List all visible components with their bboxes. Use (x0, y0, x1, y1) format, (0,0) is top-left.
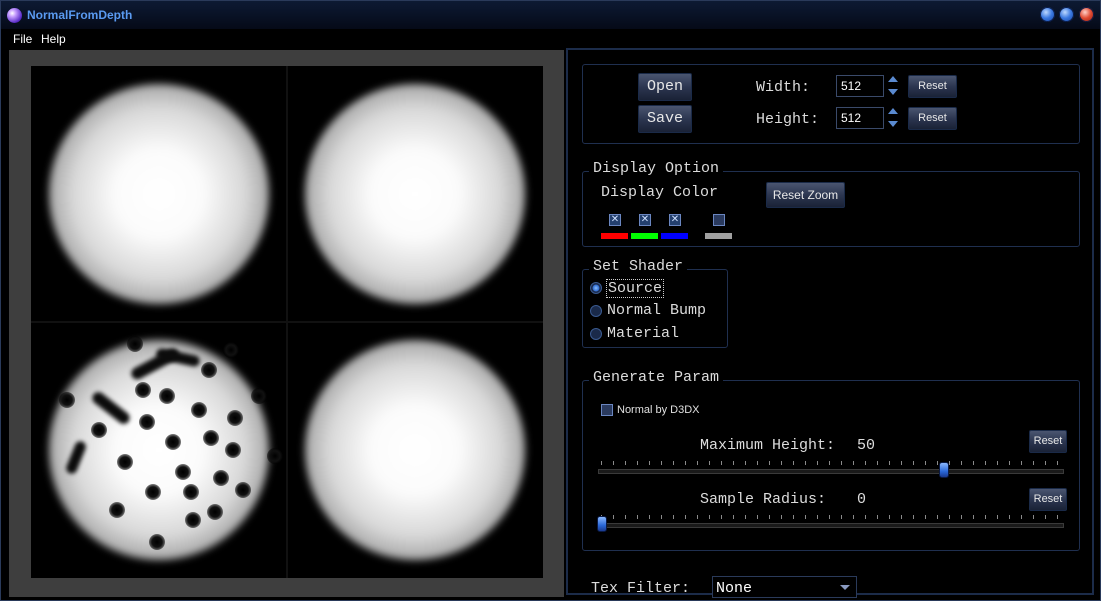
material-radio[interactable] (590, 328, 602, 340)
menu-bar: File Help (1, 29, 1100, 49)
dark-spot (183, 484, 199, 500)
preview-quadrant-top-right (287, 66, 543, 322)
dark-spot (227, 410, 243, 426)
normal-d3dx-checkbox[interactable] (601, 404, 613, 416)
dark-spot (225, 442, 241, 458)
display-color-label: Display Color (601, 184, 719, 201)
blue-color-swatch (661, 233, 688, 239)
texture-preview[interactable] (31, 66, 543, 578)
display-option-title: Display Option (589, 160, 724, 177)
alpha-color-swatch (705, 233, 732, 239)
dark-spot (59, 392, 75, 408)
app-icon (7, 8, 22, 23)
menu-file[interactable]: File (13, 32, 32, 46)
blue-channel-checkbox[interactable]: ✕ (669, 214, 681, 226)
chevron-down-icon[interactable] (840, 585, 850, 590)
save-button[interactable]: Save (638, 105, 692, 133)
tex-filter-label: Tex Filter: (591, 580, 691, 597)
dark-spot (117, 454, 133, 470)
title-bar[interactable]: NormalFromDepth (1, 1, 1100, 29)
width-label: Width: (756, 79, 811, 96)
window-title: NormalFromDepth (27, 8, 133, 22)
dark-spot (175, 464, 191, 480)
dark-spot (159, 388, 175, 404)
dark-spot (251, 388, 267, 404)
width-spinner[interactable] (886, 74, 900, 98)
sample-radius-label: Sample Radius: (700, 491, 827, 508)
dark-spot (139, 414, 155, 430)
dark-spot (109, 502, 125, 518)
width-reset-button[interactable]: Reset (908, 75, 957, 98)
dark-spot (127, 336, 143, 352)
sample-radius-slider-thumb[interactable] (597, 516, 607, 532)
sphere-image (305, 84, 525, 304)
height-label: Height: (756, 111, 820, 128)
max-height-label: Maximum Height: (700, 437, 836, 454)
minimize-button[interactable] (1040, 7, 1055, 22)
sphere-image (49, 84, 269, 304)
max-height-reset-button[interactable]: Reset (1029, 430, 1067, 453)
preview-quadrant-top-left (31, 66, 287, 322)
green-channel-checkbox[interactable]: ✕ (639, 214, 651, 226)
dark-spot (135, 382, 151, 398)
sample-radius-slider-track[interactable] (598, 523, 1064, 528)
max-height-slider-track[interactable] (598, 469, 1064, 474)
dark-spot (91, 422, 107, 438)
sphere-image (305, 340, 525, 560)
green-color-swatch (631, 233, 658, 239)
spin-down-icon[interactable] (888, 121, 898, 127)
normal-d3dx-label: Normal by D3DX (617, 404, 700, 416)
width-input[interactable] (836, 75, 884, 97)
dark-spot (235, 482, 251, 498)
height-input[interactable] (836, 107, 884, 129)
slider-ticks (601, 461, 1063, 465)
close-button[interactable] (1079, 7, 1094, 22)
max-height-slider-thumb[interactable] (939, 462, 949, 478)
spin-up-icon[interactable] (888, 76, 898, 82)
height-spinner[interactable] (886, 106, 900, 130)
open-button[interactable]: Open (638, 73, 692, 101)
tex-filter-select[interactable]: None (712, 576, 857, 598)
set-shader-title: Set Shader (589, 258, 688, 275)
reset-zoom-button[interactable]: Reset Zoom (766, 182, 845, 208)
dark-spot (185, 512, 201, 528)
source-radio[interactable] (590, 282, 602, 294)
generate-param-title: Generate Param (589, 369, 724, 386)
normal-bump-radio[interactable] (590, 305, 602, 317)
red-color-swatch (601, 233, 628, 239)
max-height-value: 50 (857, 437, 876, 454)
menu-help[interactable]: Help (41, 32, 66, 46)
dark-spot (223, 342, 239, 358)
material-radio-label[interactable]: Material (607, 325, 679, 342)
preview-quadrant-bottom-right (287, 322, 543, 578)
dark-spot (213, 470, 229, 486)
spin-down-icon[interactable] (888, 89, 898, 95)
preview-quadrant-bottom-left (31, 322, 287, 578)
dark-spot (149, 534, 165, 550)
dark-spot (165, 434, 181, 450)
height-reset-button[interactable]: Reset (908, 107, 957, 130)
red-channel-checkbox[interactable]: ✕ (609, 214, 621, 226)
dark-spot (267, 448, 283, 464)
dark-spot (201, 362, 217, 378)
slider-ticks (601, 515, 1063, 519)
spin-up-icon[interactable] (888, 108, 898, 114)
sample-radius-value: 0 (857, 491, 867, 508)
dark-spot (203, 430, 219, 446)
maximize-button[interactable] (1059, 7, 1074, 22)
quadrant-divider (286, 66, 288, 578)
source-radio-label[interactable]: Source (606, 279, 665, 298)
sample-radius-reset-button[interactable]: Reset (1029, 488, 1067, 511)
dark-spot (207, 504, 223, 520)
alpha-channel-checkbox[interactable] (713, 214, 725, 226)
dark-spot (191, 402, 207, 418)
tex-filter-value: None (716, 580, 753, 597)
normal-bump-radio-label[interactable]: Normal Bump (607, 302, 706, 319)
dark-spot (145, 484, 161, 500)
app-window: NormalFromDepth File Help Open Save Widt… (0, 0, 1101, 601)
